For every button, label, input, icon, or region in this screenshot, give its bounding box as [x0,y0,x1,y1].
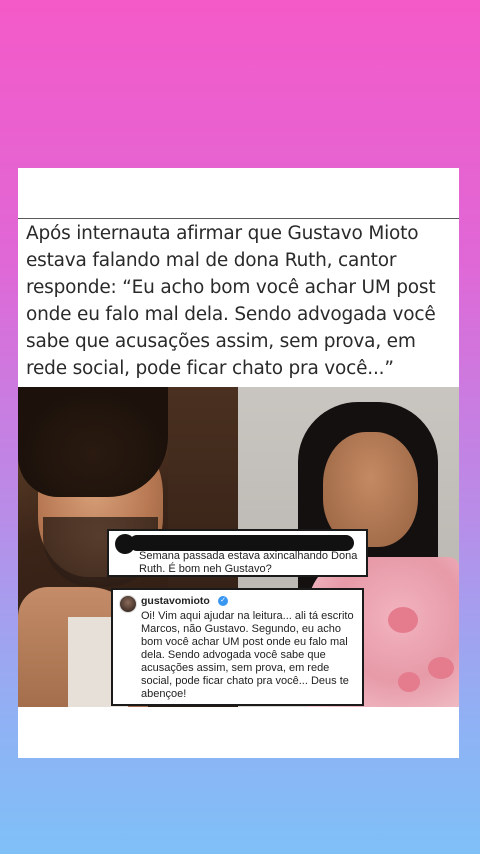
flower-pattern [398,672,420,692]
singer-hair [18,387,168,497]
comment-username: gustavomioto [141,595,210,607]
comment-text: Semana passada estava axincalhando Dona … [139,550,358,575]
singer-reply-comment: gustavomioto ✓ Oi! Vim aqui ajudar na le… [111,588,364,706]
card-top-bar [18,168,459,219]
post-headline: Após internauta afirmar que Gustavo Miot… [26,223,436,379]
flower-pattern [388,607,418,633]
flower-pattern [428,657,454,679]
verified-badge-icon: ✓ [218,596,228,606]
redacted-username [129,535,354,551]
post-card: Após internauta afirmar que Gustavo Miot… [18,168,459,758]
follower-comment: Semana passada estava axincalhando Dona … [107,529,368,577]
avatar [119,595,137,613]
comment-text: Oi! Vim aqui ajudar na leitura... ali tá… [141,610,354,700]
